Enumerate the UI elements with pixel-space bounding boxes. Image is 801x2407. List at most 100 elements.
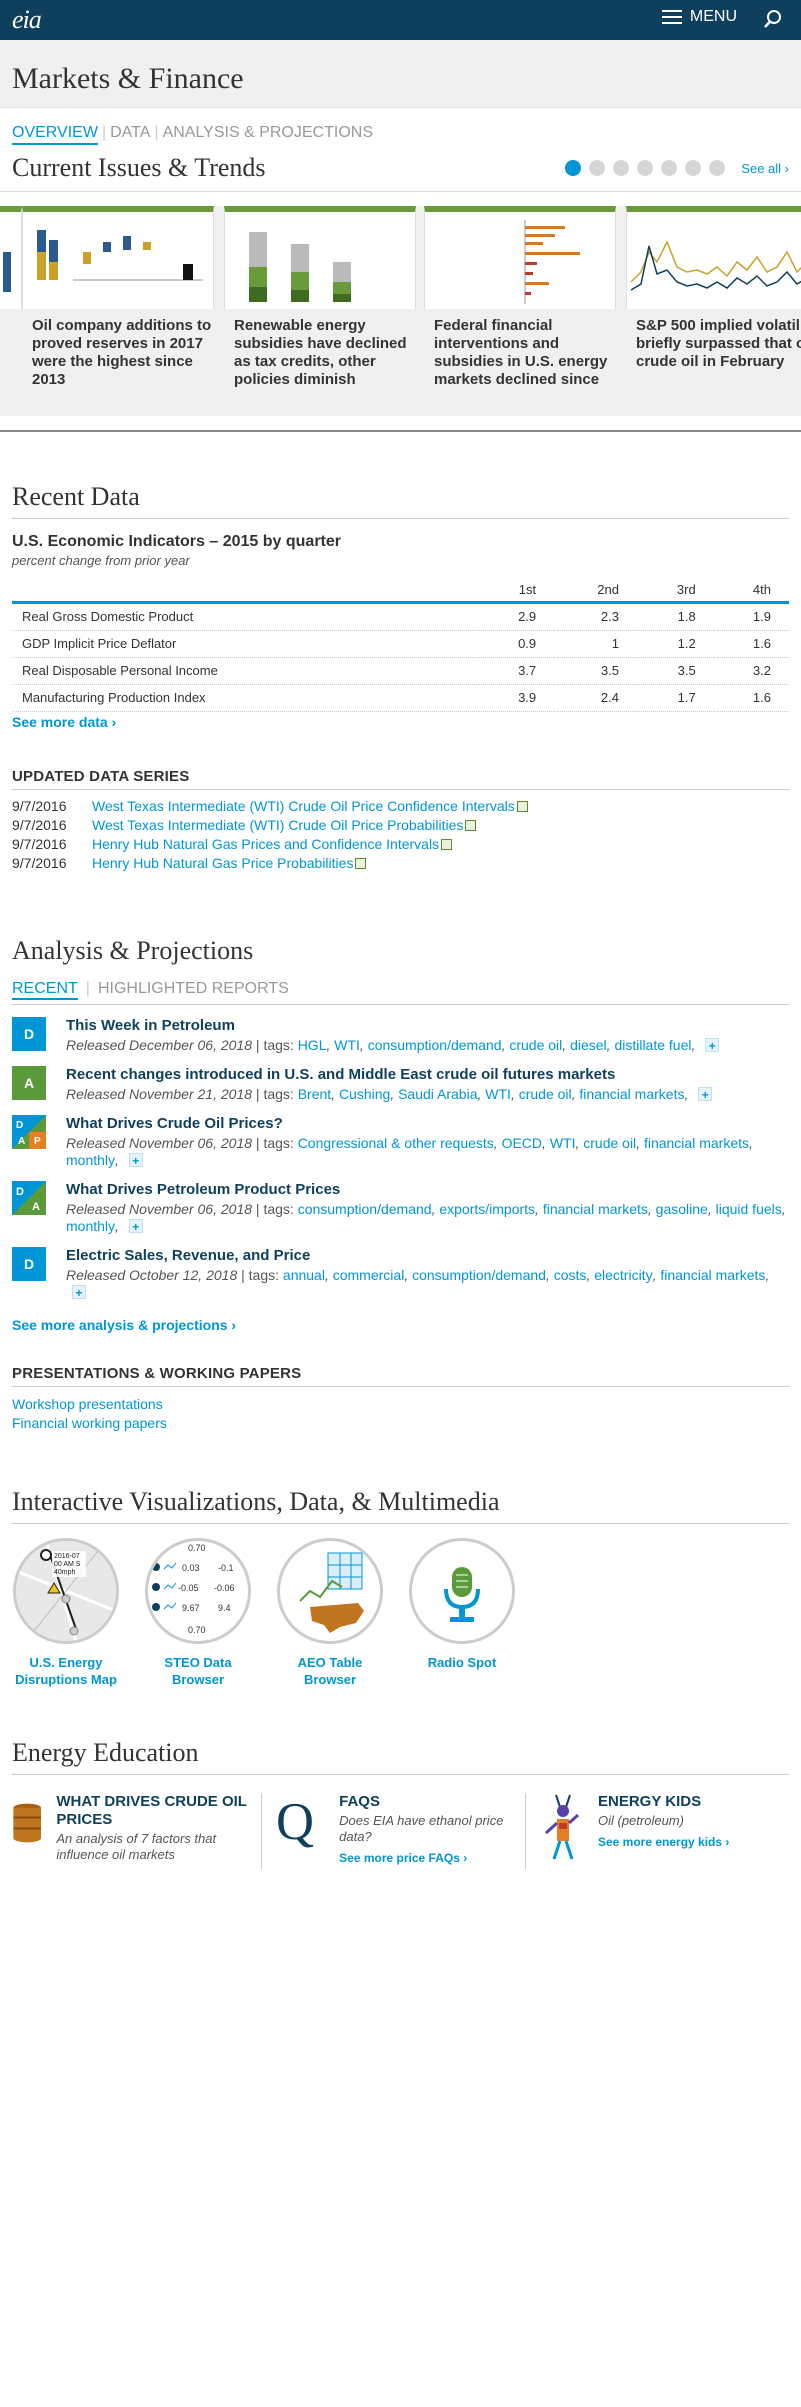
table-row: Real Disposable Personal Income 3.7 3.5 …: [12, 657, 789, 685]
tag-link[interactable]: monthly: [66, 1152, 115, 1168]
search-icon[interactable]: [763, 9, 783, 29]
eia-logo[interactable]: eia: [12, 5, 42, 35]
carousel-card[interactable]: Federal financial interventions and subs…: [424, 206, 616, 389]
series-link[interactable]: Henry Hub Natural Gas Prices and Confide…: [92, 836, 439, 852]
tag-link[interactable]: financial markets: [543, 1201, 648, 1217]
education-card[interactable]: ENERGY KIDS Oil (petroleum) See more ene…: [525, 1793, 789, 1869]
carousel-dot[interactable]: [589, 160, 606, 176]
see-more-data-link[interactable]: See more data ›: [0, 712, 801, 730]
tag-link[interactable]: WTI: [485, 1086, 511, 1102]
analysis-item-title[interactable]: What Drives Petroleum Product Prices: [66, 1181, 340, 1198]
carousel-dot[interactable]: [709, 160, 726, 176]
tab-recent[interactable]: RECENT: [12, 980, 78, 1000]
spreadsheet-icon[interactable]: [465, 820, 477, 831]
tag-link[interactable]: OECD: [502, 1135, 542, 1151]
carousel-card[interactable]: S&P 500 implied volatility briefly surpa…: [626, 206, 801, 371]
tag-link[interactable]: costs: [554, 1267, 587, 1283]
card-title[interactable]: Federal financial interventions and subs…: [424, 317, 616, 389]
analysis-item-title[interactable]: Electric Sales, Revenue, and Price: [66, 1247, 310, 1264]
carousel-dot[interactable]: [661, 160, 678, 176]
tag-link[interactable]: Brent: [298, 1086, 331, 1102]
education-heading[interactable]: FAQS: [339, 1793, 515, 1811]
card-title[interactable]: Oil company additions to proved reserves…: [22, 317, 214, 389]
tag-link[interactable]: monthly: [66, 1218, 115, 1234]
analysis-item-title[interactable]: This Week in Petroleum: [66, 1017, 235, 1034]
viz-tile-radio-spot[interactable]: Radio Spot: [408, 1538, 516, 1688]
presentations-title: PRESENTATIONS & WORKING PAPERS: [12, 1365, 302, 1382]
tag-link[interactable]: Congressional & other requests: [298, 1135, 494, 1151]
tags-label: tags:: [263, 1086, 294, 1102]
card-title[interactable]: S&P 500 implied volatility briefly surpa…: [626, 317, 801, 371]
see-all-link[interactable]: See all ›: [741, 161, 789, 176]
carousel-dot[interactable]: [685, 160, 702, 176]
sub-navigation: OVERVIEW | DATA | ANALYSIS & PROJECTIONS: [0, 108, 801, 145]
see-more-analysis-link[interactable]: See more analysis & projections ›: [0, 1315, 801, 1333]
tag-link[interactable]: HGL: [298, 1037, 327, 1053]
row-label: GDP Implicit Price Deflator: [12, 630, 479, 658]
carousel-dot[interactable]: [565, 160, 582, 176]
expand-tags-icon[interactable]: +: [72, 1285, 86, 1300]
expand-tags-icon[interactable]: +: [705, 1038, 720, 1053]
tab-overview[interactable]: OVERVIEW: [12, 124, 98, 145]
expand-tags-icon[interactable]: +: [698, 1087, 713, 1102]
workshop-presentations-link[interactable]: Workshop presentations: [12, 1395, 789, 1414]
tag-link[interactable]: WTI: [334, 1037, 360, 1053]
tab-analysis-projections[interactable]: ANALYSIS & PROJECTIONS: [163, 124, 373, 145]
series-link[interactable]: West Texas Intermediate (WTI) Crude Oil …: [92, 817, 463, 833]
tag-link[interactable]: consumption/demand: [368, 1037, 502, 1053]
tag-link[interactable]: financial markets: [660, 1267, 765, 1283]
carousel-dot[interactable]: [637, 160, 654, 176]
tag-link[interactable]: Cushing: [339, 1086, 390, 1102]
financial-working-papers-link[interactable]: Financial working papers: [12, 1414, 789, 1433]
analysis-item-title[interactable]: What Drives Crude Oil Prices?: [66, 1115, 283, 1132]
viz-label[interactable]: Radio Spot: [408, 1654, 516, 1671]
tag-link[interactable]: annual: [283, 1267, 325, 1283]
viz-tile-disruptions-map[interactable]: 2016-07 00 AM S 40mph U.S. Energy Disrup…: [12, 1538, 120, 1688]
carousel-card-partial[interactable]: [0, 206, 22, 309]
card-title[interactable]: Renewable energy subsidies have declined…: [224, 317, 416, 389]
see-more-faqs-link[interactable]: See more price FAQs ›: [339, 1851, 515, 1865]
tag-link[interactable]: consumption/demand: [412, 1267, 546, 1283]
tag-link[interactable]: crude oil: [519, 1086, 572, 1102]
tag-link[interactable]: financial markets: [579, 1086, 684, 1102]
viz-label[interactable]: STEO Data Browser: [144, 1654, 252, 1688]
education-heading[interactable]: WHAT DRIVES CRUDE OIL PRICES: [56, 1793, 251, 1829]
cell-value: 1.7: [636, 684, 714, 712]
tag-link[interactable]: commercial: [333, 1267, 405, 1283]
expand-tags-icon[interactable]: +: [128, 1219, 143, 1234]
tag-link[interactable]: consumption/demand: [298, 1201, 432, 1217]
tag-link[interactable]: gasoline: [656, 1201, 708, 1217]
see-more-energy-kids-link[interactable]: See more energy kids ›: [598, 1835, 729, 1849]
spreadsheet-icon[interactable]: [516, 801, 528, 812]
menu-button[interactable]: MENU: [661, 8, 737, 26]
tag-link[interactable]: WTI: [550, 1135, 576, 1151]
carousel-dot[interactable]: [613, 160, 630, 176]
expand-tags-icon[interactable]: +: [128, 1153, 143, 1168]
tag-link[interactable]: Saudi Arabia: [398, 1086, 477, 1102]
viz-tile-steo-browser[interactable]: 0.70 0.03 -0.1 -0.05 -0.06 9.67 9.4 0.70 ST…: [144, 1538, 252, 1688]
carousel-card[interactable]: Renewable energy subsidies have declined…: [224, 206, 416, 389]
education-card[interactable]: WHAT DRIVES CRUDE OIL PRICES An analysis…: [12, 1793, 261, 1869]
education-heading[interactable]: ENERGY KIDS: [598, 1793, 729, 1811]
series-link[interactable]: Henry Hub Natural Gas Price Probabilitie…: [92, 855, 353, 871]
tag-link[interactable]: financial markets: [644, 1135, 749, 1151]
viz-tile-aeo-browser[interactable]: AEO Table Browser: [276, 1538, 384, 1688]
spreadsheet-icon[interactable]: [355, 858, 367, 869]
spreadsheet-icon[interactable]: [441, 839, 453, 850]
hamburger-icon: [661, 10, 682, 24]
education-card[interactable]: Q FAQS Does EIA have ethanol price data?…: [261, 1793, 525, 1869]
viz-label[interactable]: AEO Table Browser: [276, 1654, 384, 1688]
tag-link[interactable]: distillate fuel: [614, 1037, 691, 1053]
tag-link[interactable]: crude oil: [509, 1037, 562, 1053]
tag-link[interactable]: crude oil: [583, 1135, 636, 1151]
series-link[interactable]: West Texas Intermediate (WTI) Crude Oil …: [92, 798, 515, 814]
tag-link[interactable]: exports/imports: [439, 1201, 535, 1217]
viz-label[interactable]: U.S. Energy Disruptions Map: [12, 1654, 120, 1688]
tag-link[interactable]: diesel: [570, 1037, 607, 1053]
tag-link[interactable]: electricity: [594, 1267, 652, 1283]
tag-link[interactable]: liquid fuels: [716, 1201, 782, 1217]
carousel-card[interactable]: Oil company additions to proved reserves…: [22, 206, 214, 389]
tab-highlighted-reports[interactable]: HIGHLIGHTED REPORTS: [98, 980, 289, 1000]
analysis-item-title[interactable]: Recent changes introduced in U.S. and Mi…: [66, 1066, 615, 1083]
tab-data[interactable]: DATA: [110, 124, 150, 145]
